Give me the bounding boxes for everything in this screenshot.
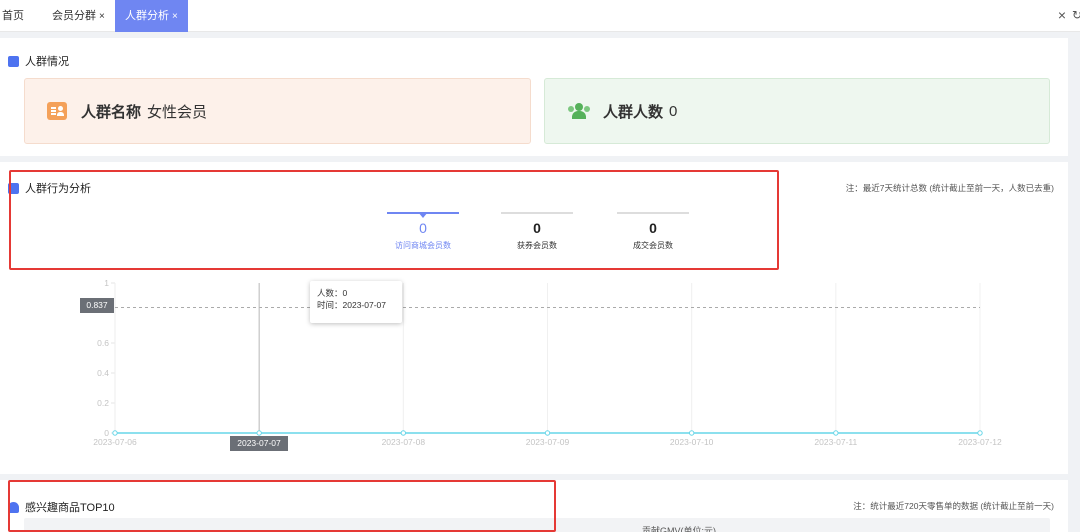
crosshair-x-label: 2023-07-07 (230, 436, 288, 451)
behavior-note: 注：最近7天统计总数 (统计截止至前一天，人数已去重) (845, 183, 1054, 193)
tab-bar: 首页 会员分群 × 人群分析 × × ↻ (0, 0, 1080, 32)
tab-member-groups[interactable]: 会员分群 × (52, 0, 105, 32)
tab-home[interactable]: 首页 (2, 0, 24, 32)
close-icon[interactable]: × (99, 11, 105, 22)
crowd-count-value: 0 (669, 102, 678, 120)
caret-down-icon (418, 212, 428, 218)
crowd-count-card: 人群人数 0 (544, 78, 1050, 144)
chart-tooltip: 人数：0 时间：2023-07-07 (310, 281, 402, 323)
crosshair-y-label: 0.837 (80, 298, 114, 313)
crowd-name-card: 人群名称 女性会员 (24, 78, 531, 144)
column-gmv: 贡献GMV(单位:元) (642, 526, 716, 532)
tab-crowd-analysis[interactable]: 人群分析 × (115, 0, 188, 32)
document-icon (8, 55, 19, 67)
metric-visit[interactable]: 0 访问商城会员数 (387, 212, 459, 251)
id-card-icon (47, 102, 67, 120)
metric-coupon[interactable]: 0 获券会员数 (501, 212, 573, 251)
crowd-info-panel: 人群情况 人群名称 女性会员 人群人数 0 (0, 38, 1068, 156)
people-icon (567, 102, 591, 120)
close-all-icon[interactable]: × (1058, 0, 1066, 30)
highlight-box (8, 480, 556, 532)
metric-deal[interactable]: 0 成交会员数 (617, 212, 689, 251)
top10-note: 注：统计最近720天零售单的数据 (统计截止至前一天) (853, 501, 1054, 511)
crowd-name-value: 女性会员 (147, 103, 208, 121)
close-icon[interactable]: × (172, 11, 178, 22)
refresh-icon[interactable]: ↻ (1072, 0, 1080, 30)
section-title: 人群情况 (8, 53, 69, 69)
